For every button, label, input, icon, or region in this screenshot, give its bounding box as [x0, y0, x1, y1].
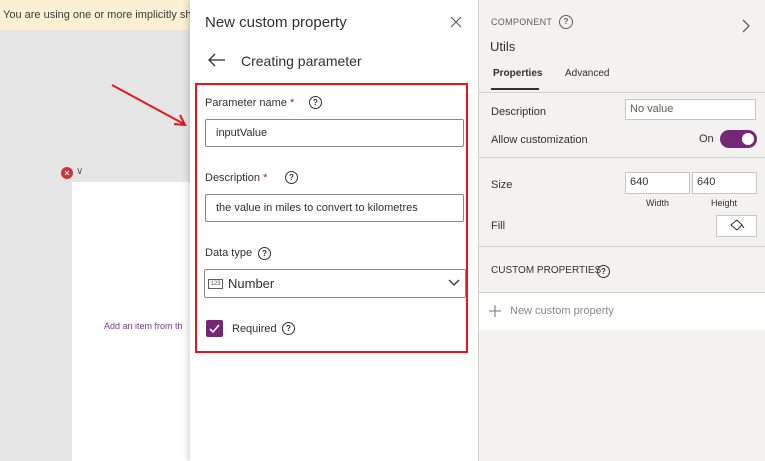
fill-color-picker[interactable]: [716, 215, 757, 237]
help-icon[interactable]: ?: [282, 322, 295, 335]
height-caption: Height: [711, 198, 738, 208]
active-tab-indicator: [491, 88, 539, 90]
chevron-down-icon: [448, 279, 460, 286]
size-label: Size: [491, 179, 513, 191]
required-marker: *: [263, 172, 268, 184]
back-arrow-icon[interactable]: [207, 53, 227, 67]
number-icon: 123: [208, 279, 223, 289]
component-name: Utils: [490, 39, 516, 54]
description-label-text: Description: [205, 172, 261, 184]
height-input[interactable]: 640: [692, 172, 757, 194]
divider: [479, 246, 765, 247]
allow-customization-label: Allow customization: [491, 134, 588, 146]
description-label: Description: [491, 106, 547, 118]
component-type-label: COMPONENT: [491, 17, 553, 27]
required-label: Required: [232, 323, 277, 335]
warning-banner-text: You are using one or more implicitly sha: [3, 9, 195, 21]
new-custom-property-label: New custom property: [510, 305, 614, 317]
warning-banner: You are using one or more implicitly sha: [0, 0, 195, 30]
parameter-name-input[interactable]: inputValue: [205, 119, 464, 147]
panel-title: New custom property: [205, 14, 347, 31]
data-type-label: Data type: [205, 247, 253, 259]
description-input[interactable]: the value in miles to convert to kilomet…: [205, 194, 464, 222]
plus-icon: [489, 305, 501, 317]
panel-subtitle: Creating parameter: [241, 53, 362, 69]
description-label: Description *: [205, 172, 267, 184]
checkmark-icon: [209, 324, 220, 334]
canvas-hint-text[interactable]: Add an item from th: [104, 321, 183, 331]
allow-customization-toggle[interactable]: [720, 130, 757, 148]
divider: [479, 157, 765, 158]
parameter-name-label: Parameter name *: [205, 97, 294, 109]
close-icon[interactable]: [448, 14, 464, 30]
chevron-right-icon[interactable]: [742, 19, 750, 33]
tab-properties[interactable]: Properties: [493, 68, 542, 79]
properties-pane: COMPONENT ? Utils Properties Advanced De…: [478, 0, 765, 461]
custom-properties-heading: CUSTOM PROPERTIES: [491, 265, 602, 276]
help-icon[interactable]: ?: [285, 171, 298, 184]
error-icon[interactable]: ×: [61, 167, 73, 179]
toggle-knob: [742, 133, 754, 145]
fill-label: Fill: [491, 220, 506, 232]
new-custom-property-panel: New custom property Creating parameter P…: [190, 0, 478, 461]
help-icon[interactable]: ?: [309, 96, 322, 109]
chevron-down-icon[interactable]: ∨: [76, 166, 83, 177]
required-marker: *: [290, 97, 295, 109]
new-custom-property-button[interactable]: New custom property: [479, 293, 765, 330]
description-field[interactable]: No value: [625, 99, 756, 120]
help-icon[interactable]: ?: [597, 265, 610, 278]
width-input[interactable]: 640: [625, 172, 690, 194]
pointer-arrow-icon: [111, 84, 187, 127]
toggle-state-text: On: [699, 133, 714, 145]
parameter-name-label-text: Parameter name: [205, 97, 287, 109]
help-icon[interactable]: ?: [258, 247, 271, 260]
data-type-value: Number: [228, 276, 275, 291]
divider: [479, 92, 765, 93]
data-type-dropdown[interactable]: 123 Number: [204, 269, 466, 298]
tab-advanced[interactable]: Advanced: [565, 68, 609, 79]
paint-bucket-icon: [730, 219, 745, 231]
required-checkbox[interactable]: [206, 320, 223, 337]
width-caption: Width: [646, 198, 670, 208]
help-icon[interactable]: ?: [559, 15, 573, 29]
